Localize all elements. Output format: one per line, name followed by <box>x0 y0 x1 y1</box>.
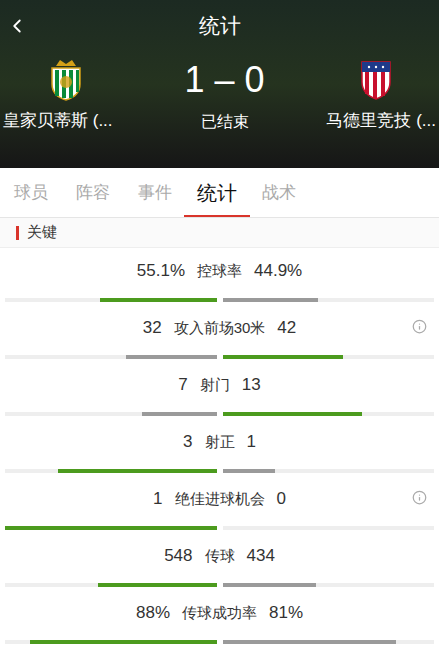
stat-label: 绝佳进球机会 <box>175 488 265 511</box>
stat-bars <box>5 469 434 473</box>
away-bar-fill <box>223 355 344 359</box>
match-status: 已结束 <box>201 110 249 134</box>
stat-bars <box>5 526 434 530</box>
page-title: 统计 <box>0 10 439 42</box>
away-value: 0 <box>277 486 286 512</box>
home-bar-track <box>5 583 217 587</box>
home-bar-track <box>5 298 217 302</box>
away-bar-fill <box>223 469 276 473</box>
away-bar-track <box>223 526 435 530</box>
stat-bars <box>5 583 434 587</box>
stat-label: 传球 <box>205 545 235 568</box>
stat-label: 控球率 <box>197 260 242 283</box>
score: 1 – 0 <box>184 58 264 102</box>
stat-values: 1 绝佳进球机会 0 <box>5 488 434 510</box>
stat-bars <box>5 355 434 359</box>
home-bar-track <box>5 469 217 473</box>
tab[interactable]: 球员 <box>0 168 62 217</box>
home-value: 55.1% <box>137 258 185 284</box>
away-bar-track <box>223 469 435 473</box>
stat-row: 3 射正 1 <box>0 419 439 476</box>
tab[interactable]: 战术 <box>248 168 310 217</box>
tab[interactable]: 统计 <box>186 168 248 217</box>
away-value: 1 <box>247 429 256 455</box>
stats-list: 55.1% 控球率 44.9% 32 攻入前场30米 42 7 射门 13 3 射正 1 1 绝佳进球机会… <box>0 248 439 647</box>
away-bar-fill <box>223 583 316 587</box>
stat-row: 55.1% 控球率 44.9% <box>0 248 439 305</box>
away-bar-fill <box>223 640 396 644</box>
away-bar-track <box>223 298 435 302</box>
stat-row: 1 绝佳进球机会 0 <box>0 476 439 533</box>
stat-values: 3 射正 1 <box>5 431 434 453</box>
stat-row: 32 攻入前场30米 42 <box>0 305 439 362</box>
stat-values: 7 射门 13 <box>5 374 434 396</box>
stat-bars <box>5 640 434 644</box>
atletico-logo-icon <box>359 58 393 100</box>
away-bar-track <box>223 583 435 587</box>
top-bar: 统计 <box>0 0 439 52</box>
away-team[interactable]: 马德里竞技 (... <box>306 58 436 134</box>
tab-underline <box>184 215 250 217</box>
away-bar-fill <box>223 412 363 416</box>
stat-values: 548 传球 434 <box>5 545 434 567</box>
home-bar-track <box>5 355 217 359</box>
away-value: 42 <box>277 315 296 341</box>
stat-row: 548 传球 434 <box>0 533 439 590</box>
home-bar-track <box>5 412 217 416</box>
away-bar-track <box>223 412 435 416</box>
away-value: 81% <box>269 600 303 626</box>
back-button[interactable] <box>0 15 28 37</box>
stat-label: 射门 <box>200 374 230 397</box>
back-icon <box>6 15 28 37</box>
betis-logo-icon <box>46 58 86 102</box>
home-value: 88% <box>136 600 170 626</box>
home-bar-track <box>5 526 217 530</box>
stat-row: 88% 传球成功率 81% <box>0 590 439 647</box>
stat-values: 32 攻入前场30米 42 <box>5 317 434 339</box>
home-bar-fill <box>98 583 216 587</box>
stat-label: 传球成功率 <box>182 602 257 625</box>
away-bar-track <box>223 355 435 359</box>
home-bar-fill <box>142 412 216 416</box>
info-button[interactable] <box>412 319 427 334</box>
away-value: 13 <box>242 372 261 398</box>
stat-bars <box>5 298 434 302</box>
stat-values: 55.1% 控球率 44.9% <box>5 260 434 282</box>
score-row: 皇家贝蒂斯 (... 1 – 0 已结束 马德里竞技 (... <box>0 52 439 134</box>
home-team[interactable]: 皇家贝蒂斯 (... <box>3 58 143 134</box>
stat-row: 7 射门 13 <box>0 362 439 419</box>
away-bar-fill <box>223 298 318 302</box>
home-value: 548 <box>164 543 192 569</box>
tab-bar: 球员阵容事件统计战术 <box>0 168 439 218</box>
tab[interactable]: 事件 <box>124 168 186 217</box>
app: 统计皇家贝蒂斯 (...1 – 0已结束马德里竞技 (...球员阵容事件统计战术… <box>0 0 439 649</box>
tab[interactable]: 阵容 <box>62 168 124 217</box>
info-button[interactable] <box>412 490 427 505</box>
home-team-name: 皇家贝蒂斯 (... <box>3 108 113 134</box>
home-bar-fill <box>126 355 217 359</box>
home-value: 7 <box>178 372 187 398</box>
section-header: 关键 <box>0 218 439 248</box>
home-value: 1 <box>153 486 162 512</box>
home-bar-fill <box>30 640 216 644</box>
info-icon <box>412 490 427 505</box>
stat-values: 88% 传球成功率 81% <box>5 602 434 624</box>
home-value: 3 <box>183 429 192 455</box>
stat-label: 攻入前场30米 <box>174 317 266 340</box>
score-block: 1 – 0 已结束 <box>143 58 306 134</box>
home-bar-fill <box>100 298 216 302</box>
section-marker <box>16 226 19 240</box>
home-bar-track <box>5 640 217 644</box>
away-value: 434 <box>247 543 275 569</box>
info-icon <box>412 319 427 334</box>
home-value: 32 <box>143 315 162 341</box>
home-bar-fill <box>58 469 217 473</box>
away-bar-track <box>223 640 435 644</box>
home-bar-fill <box>5 526 217 530</box>
match-header: 统计皇家贝蒂斯 (... 1 – 0 已结束 马德里竞技 (... <box>0 0 439 168</box>
away-team-name: 马德里竞技 (... <box>326 108 436 134</box>
stat-bars <box>5 412 434 416</box>
away-value: 44.9% <box>254 258 302 284</box>
stat-label: 射正 <box>205 431 235 454</box>
